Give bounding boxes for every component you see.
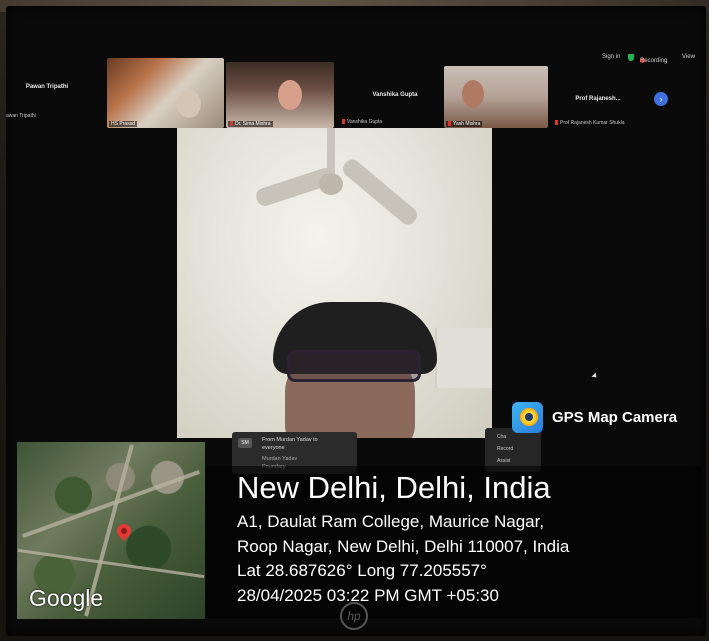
chat-recipient: everyone xyxy=(262,445,285,451)
participant-label-vanshika: Vanshika Gupta xyxy=(342,119,382,125)
map-road xyxy=(17,548,205,579)
mic-muted-icon xyxy=(342,119,345,125)
gps-app-badge: GPS Map Camera xyxy=(512,402,702,434)
location-city: New Delhi, Delhi, India xyxy=(237,470,551,505)
participant-tile-sima-mishra[interactable]: Dr. Sima Mishra xyxy=(226,62,334,128)
participant-name-rajanesh: Prof Rajanesh... xyxy=(575,96,621,102)
google-logo: Google xyxy=(29,585,104,611)
address-line-2: Roop Nagar, New Delhi, Delhi 110007, Ind… xyxy=(237,537,570,556)
ceiling-fan-hub xyxy=(319,173,343,195)
participant-name-vanshika: Vanshika Gupta xyxy=(372,92,418,98)
gps-app-name: GPS Map Camera xyxy=(552,409,678,426)
chat-name: Murdan Yadav xyxy=(262,456,298,462)
participant-face xyxy=(177,90,201,118)
menu-item-record[interactable]: Record xyxy=(497,446,513,452)
menu-item-assist[interactable]: Assist xyxy=(497,458,510,464)
participant-label-pawan: awan Tripathi xyxy=(6,113,36,119)
chevron-right-icon: › xyxy=(659,94,663,104)
participant-tile-yash-mishra[interactable]: Yash Mishra xyxy=(444,66,548,128)
participant-name-pawan: Pawan Tripathi xyxy=(25,84,69,90)
active-speaker-video xyxy=(177,128,492,438)
satellite-map-thumbnail: Google xyxy=(17,442,205,619)
participant-label: HS Prasad xyxy=(109,121,138,127)
participant-tile-hs-prasad[interactable]: HS Prasad xyxy=(107,58,224,128)
background-shelf xyxy=(435,328,492,388)
hp-logo: hp xyxy=(340,602,368,630)
shield-icon xyxy=(628,54,634,61)
camera-lens-icon xyxy=(512,402,543,433)
timestamp: 28/04/2025 03:22 PM GMT +05:30 xyxy=(237,586,499,605)
ceiling-fan-blade xyxy=(339,156,421,228)
meeting-top-bar: Sign in Recording View xyxy=(602,54,695,64)
next-page-button[interactable]: › xyxy=(654,92,668,106)
sign-in-link[interactable]: Sign in xyxy=(602,54,620,60)
address-line-1: A1, Daulat Ram College, Maurice Nagar, xyxy=(237,512,545,531)
coordinates: Lat 28.687626° Long 77.205557° xyxy=(237,561,487,580)
view-button[interactable]: View xyxy=(682,54,695,60)
menu-item-chat[interactable]: Cha xyxy=(497,434,506,440)
mic-muted-icon xyxy=(230,121,233,127)
participant-face xyxy=(462,80,484,108)
participant-label: Yash Mishra xyxy=(446,121,483,127)
chat-avatar-icon: SM xyxy=(238,438,252,448)
mic-muted-icon xyxy=(448,121,451,127)
participant-face xyxy=(278,80,302,110)
participant-label-rajanesh: Prof Rajanesh Kumar Shukla xyxy=(555,120,624,126)
participant-label: Dr. Sima Mishra xyxy=(228,121,273,127)
speaker-glasses xyxy=(287,350,421,382)
mic-muted-icon xyxy=(555,120,558,126)
chat-sender: From Murdan Yadav to xyxy=(262,437,318,443)
location-pin-icon xyxy=(114,521,134,541)
